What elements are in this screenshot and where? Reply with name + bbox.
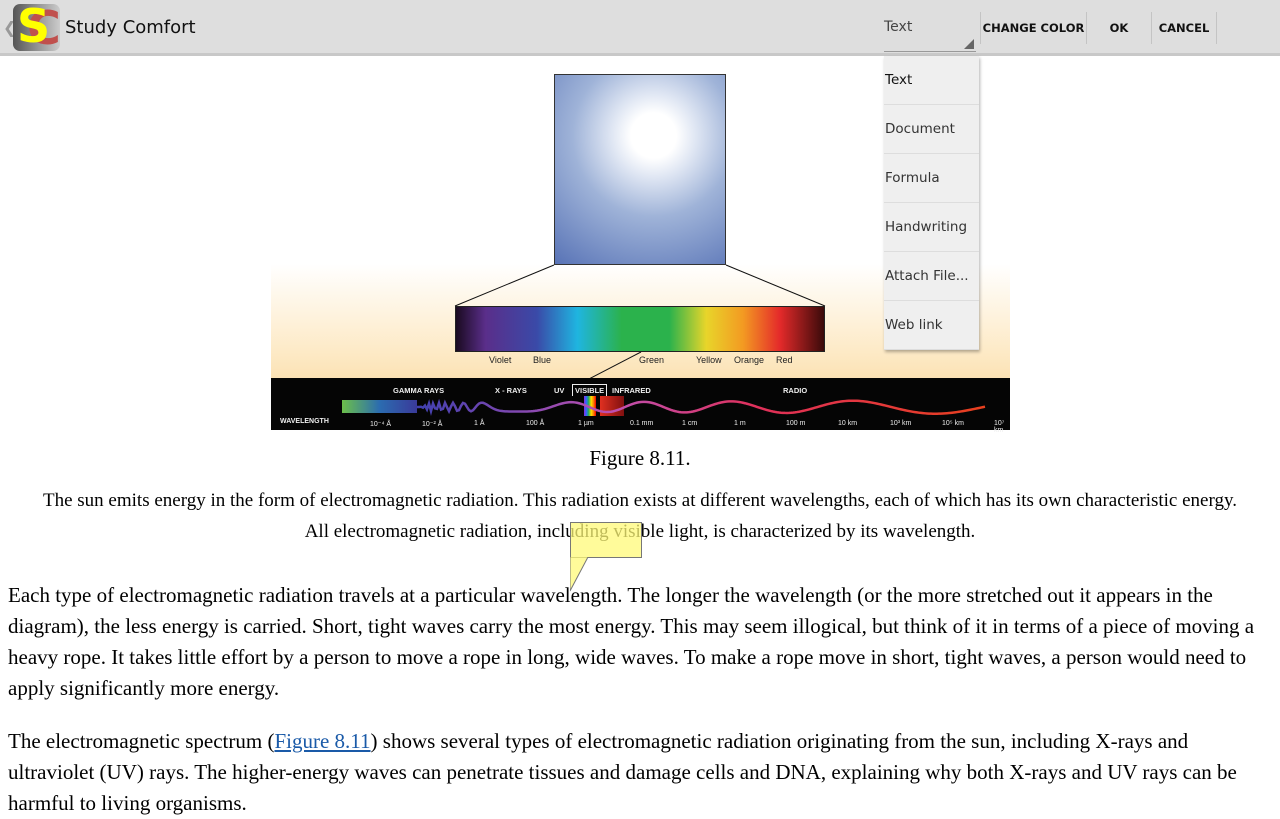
paragraph-2: The electromagnetic spectrum (Figure 8.1… [8,726,1276,819]
caption-line: The sun emits energy in the form of elec… [43,490,1237,511]
figure-caption: Figure 8.11. [589,446,691,470]
dropdown-option-handwriting[interactable]: Handwriting [884,203,979,252]
annotation-type-spinner[interactable]: Text [884,10,976,52]
dropdown-triangle-icon [964,39,974,49]
dropdown-option-web-link[interactable]: Web link [884,301,979,350]
wavelength-tick: 10⁵ km [942,420,964,427]
spinner-value: Text [884,19,913,35]
app-logo[interactable]: CS [13,4,60,51]
wavelength-tick: 10⁻⁴ Å [370,421,392,428]
em-spectrum-strip: GAMMA RAYS X - RAYS UV VISIBLE INFRARED … [271,378,1010,434]
cancel-button[interactable]: CANCEL [1151,12,1216,44]
wavelength-tick: 100 Å [526,420,545,427]
wavelength-tick: 1 µm [578,420,594,427]
wavelength-tick: 10³ km [890,420,912,427]
wavelength-tick: 10⁻² Å [422,421,443,428]
wavelength-label: WAVELENGTH [280,418,329,425]
action-bar: ❮ CS Study Comfort Text CHANGE COLOR OK … [0,0,1280,56]
overflow-menu-button[interactable] [1216,12,1280,44]
change-color-button[interactable]: CHANGE COLOR [980,12,1086,44]
color-label: Red [776,355,793,365]
dropdown-option-text[interactable]: Text [884,56,979,105]
visible-spectrum-bar [455,306,825,352]
app-title: Study Comfort [65,17,196,38]
sticky-note-annotation[interactable] [570,522,642,558]
annotation-type-dropdown: Text Document Formula Handwriting Attach… [884,56,979,350]
wavelength-tick: 100 m [786,420,806,427]
wavelength-tick: 10 km [838,420,858,427]
wavelength-tick: 0.1 mm [630,420,654,427]
color-label: Orange [734,355,765,365]
dropdown-option-attach-file[interactable]: Attach File... [884,252,979,301]
wavelength-tick: 10⁷ km [994,420,1005,434]
color-label: Yellow [696,355,722,365]
wavelength-tick: 1 Å [474,420,485,427]
paragraph-1: Each type of electromagnetic radiation t… [8,583,1255,700]
wavelength-tick: 1 m [734,420,746,427]
wavelength-tick: 1 cm [682,420,698,427]
sun-image [554,74,726,265]
color-label: Violet [489,355,512,365]
dropdown-option-document[interactable]: Document [884,105,979,154]
figure-link[interactable]: Figure 8.11 [274,729,370,753]
text: The electromagnetic spectrum ( [8,729,275,753]
color-label: Green [639,355,665,365]
dropdown-option-formula[interactable]: Formula [884,154,979,203]
color-label: Blue [533,355,552,365]
ok-button[interactable]: OK [1086,12,1151,44]
